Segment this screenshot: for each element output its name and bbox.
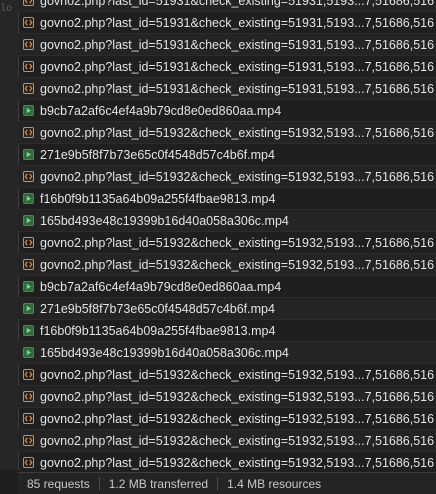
media-icon	[23, 303, 34, 314]
media-icon	[23, 149, 34, 160]
request-name: b9cb7a2af6c4ef4a9b79cd8e0ed860aa.mp4	[40, 103, 282, 118]
resources-size: 1.4 MB resources	[227, 476, 322, 491]
request-row[interactable]: govno2.php?last_id=51932&check_existing=…	[18, 386, 436, 408]
request-row[interactable]: govno2.php?last_id=51932&check_existing=…	[18, 254, 436, 276]
request-row[interactable]: govno2.php?last_id=51932&check_existing=…	[18, 122, 436, 144]
request-name: govno2.php?last_id=51931&check_existing=…	[40, 0, 435, 8]
xhr-icon	[23, 457, 34, 468]
request-name: b9cb7a2af6c4ef4a9b79cd8e0ed860aa.mp4	[40, 279, 282, 294]
media-icon	[23, 193, 34, 204]
request-row[interactable]: 271e9b5f8f7b73e65c0f4548d57c4b6f.mp4	[18, 298, 436, 320]
request-name: govno2.php?last_id=51932&check_existing=…	[40, 367, 435, 382]
gutter-label: lo	[0, 4, 13, 15]
request-name: govno2.php?last_id=51931&check_existing=…	[40, 15, 435, 30]
request-name: 271e9b5f8f7b73e65c0f4548d57c4b6f.mp4	[40, 301, 275, 316]
request-name: govno2.php?last_id=51932&check_existing=…	[40, 433, 435, 448]
request-name: 165bd493e48c19399b16d40a058a306c.mp4	[40, 213, 289, 228]
xhr-icon	[23, 171, 34, 182]
request-count: 85 requests	[27, 476, 90, 491]
xhr-icon	[23, 435, 34, 446]
xhr-icon	[23, 0, 34, 6]
request-row[interactable]: govno2.php?last_id=51931&check_existing=…	[18, 34, 436, 56]
request-row[interactable]: govno2.php?last_id=51932&check_existing=…	[18, 364, 436, 386]
request-name: govno2.php?last_id=51931&check_existing=…	[40, 81, 435, 96]
request-name: govno2.php?last_id=51932&check_existing=…	[40, 169, 435, 184]
network-status-bar: 85 requests 1.2 MB transferred 1.4 MB re…	[18, 472, 436, 494]
request-row[interactable]: govno2.php?last_id=51932&check_existing=…	[18, 430, 436, 452]
media-icon	[23, 281, 34, 292]
xhr-icon	[23, 17, 34, 28]
xhr-icon	[23, 61, 34, 72]
request-name: f16b0f9b1135a64b09a255f4fbae9813.mp4	[40, 191, 276, 206]
xhr-icon	[23, 127, 34, 138]
request-name: govno2.php?last_id=51932&check_existing=…	[40, 257, 435, 272]
request-name: 165bd493e48c19399b16d40a058a306c.mp4	[40, 345, 289, 360]
request-row[interactable]: govno2.php?last_id=51932&check_existing=…	[18, 232, 436, 254]
xhr-icon	[23, 39, 34, 50]
request-name: f16b0f9b1135a64b09a255f4fbae9813.mp4	[40, 323, 276, 338]
media-icon	[23, 347, 34, 358]
request-row[interactable]: 165bd493e48c19399b16d40a058a306c.mp4	[18, 342, 436, 364]
xhr-icon	[23, 259, 34, 270]
media-icon	[23, 105, 34, 116]
media-icon	[23, 215, 34, 226]
xhr-icon	[23, 413, 34, 424]
request-row[interactable]: 271e9b5f8f7b73e65c0f4548d57c4b6f.mp4	[18, 144, 436, 166]
request-name: govno2.php?last_id=51932&check_existing=…	[40, 235, 435, 250]
request-row[interactable]: govno2.php?last_id=51932&check_existing=…	[18, 408, 436, 430]
network-request-list[interactable]: govno2.php?last_id=51931&check_existing=…	[18, 0, 436, 470]
request-row[interactable]: govno2.php?last_id=51931&check_existing=…	[18, 0, 436, 12]
request-row[interactable]: f16b0f9b1135a64b09a255f4fbae9813.mp4	[18, 188, 436, 210]
request-row[interactable]: b9cb7a2af6c4ef4a9b79cd8e0ed860aa.mp4	[18, 276, 436, 298]
xhr-icon	[23, 237, 34, 248]
request-row[interactable]: b9cb7a2af6c4ef4a9b79cd8e0ed860aa.mp4	[18, 100, 436, 122]
request-row[interactable]: govno2.php?last_id=51931&check_existing=…	[18, 12, 436, 34]
request-name: govno2.php?last_id=51932&check_existing=…	[40, 411, 435, 426]
request-row[interactable]: govno2.php?last_id=51932&check_existing=…	[18, 452, 436, 470]
request-row[interactable]: 165bd493e48c19399b16d40a058a306c.mp4	[18, 210, 436, 232]
request-name: govno2.php?last_id=51932&check_existing=…	[40, 389, 435, 404]
request-name: govno2.php?last_id=51931&check_existing=…	[40, 59, 435, 74]
request-name: govno2.php?last_id=51932&check_existing=…	[40, 455, 435, 470]
request-row[interactable]: govno2.php?last_id=51931&check_existing=…	[18, 78, 436, 100]
request-name: govno2.php?last_id=51931&check_existing=…	[40, 37, 435, 52]
xhr-icon	[23, 369, 34, 380]
transferred-size: 1.2 MB transferred	[108, 476, 209, 491]
xhr-icon	[23, 83, 34, 94]
request-name: govno2.php?last_id=51932&check_existing=…	[40, 125, 435, 140]
media-icon	[23, 325, 34, 336]
request-row[interactable]: govno2.php?last_id=51931&check_existing=…	[18, 56, 436, 78]
request-row[interactable]: govno2.php?last_id=51932&check_existing=…	[18, 166, 436, 188]
xhr-icon	[23, 391, 34, 402]
request-row[interactable]: f16b0f9b1135a64b09a255f4fbae9813.mp4	[18, 320, 436, 342]
editor-gutter: lo	[0, 0, 19, 470]
request-name: 271e9b5f8f7b73e65c0f4548d57c4b6f.mp4	[40, 147, 275, 162]
